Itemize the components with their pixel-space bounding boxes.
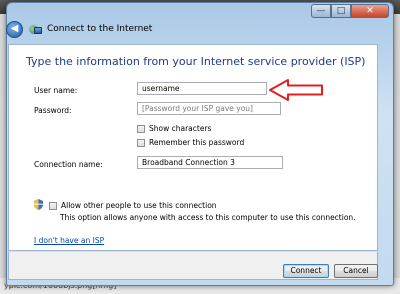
- allow-others-label: Allow other people to use this connectio…: [61, 201, 217, 210]
- password-label: Password:: [34, 106, 72, 115]
- remember-password-label: Remember this password: [149, 138, 245, 147]
- title-bar: ◀ Connect to the Internet: [6, 20, 152, 38]
- red-arrow-annotation: [269, 79, 323, 101]
- show-characters-checkbox[interactable]: [137, 124, 145, 133]
- connection-name-field[interactable]: Broadband Connection 3: [137, 156, 283, 169]
- show-characters-label: Show characters: [149, 124, 212, 133]
- page-heading: Type the information from your Internet …: [26, 55, 366, 68]
- password-field[interactable]: [Password your ISP gave you]: [137, 102, 281, 115]
- no-isp-link[interactable]: I don't have an ISP: [34, 236, 104, 245]
- window-controls: — □ ✕: [311, 4, 389, 18]
- back-button[interactable]: ◀: [6, 20, 23, 38]
- maximize-button[interactable]: □: [331, 4, 351, 18]
- connection-name-label: Connection name:: [34, 160, 103, 169]
- show-characters-row[interactable]: Show characters: [137, 124, 211, 133]
- cancel-button[interactable]: Cancel: [334, 264, 378, 278]
- close-button[interactable]: ✕: [351, 4, 389, 18]
- shield-icon: [34, 199, 43, 210]
- window-title: Connect to the Internet: [47, 24, 153, 34]
- remember-password-row[interactable]: Remember this password: [137, 138, 244, 147]
- remember-password-checkbox[interactable]: [137, 138, 145, 147]
- back-arrow-icon: ◀: [10, 22, 19, 34]
- allow-others-checkbox[interactable]: [49, 201, 57, 210]
- allow-others-row[interactable]: Allow other people to use this connectio…: [49, 201, 217, 210]
- minimize-button[interactable]: —: [311, 4, 331, 18]
- connect-button[interactable]: Connect: [283, 264, 329, 278]
- network-icon: [29, 24, 42, 35]
- username-field[interactable]: username: [137, 82, 267, 95]
- allow-others-description: This option allows anyone with access to…: [60, 213, 356, 222]
- username-label: User name:: [34, 86, 78, 95]
